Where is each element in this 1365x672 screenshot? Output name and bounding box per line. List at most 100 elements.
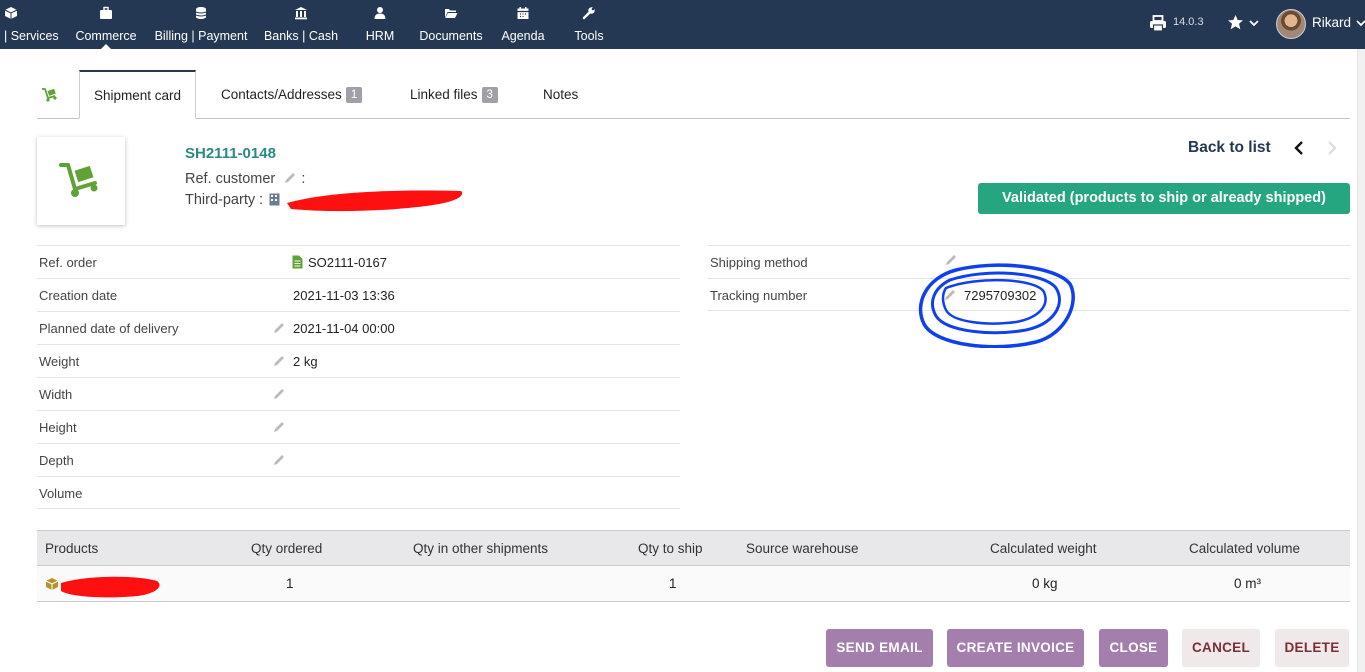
user-icon [374,7,386,19]
order-document-icon [292,255,303,269]
user-name[interactable]: Rikard [1312,15,1351,30]
menu-tools[interactable]: Tools [564,0,614,49]
tab-notes[interactable]: Notes [543,70,578,119]
menu-agenda[interactable]: Agenda [496,0,550,49]
coins-icon [195,7,207,19]
col-calculated-volume: Calculated volume [1189,541,1301,556]
menu-documents[interactable]: Documents [412,0,490,49]
back-to-list-link[interactable]: Back to list [1188,139,1271,157]
third-party-label: Third-party : [185,192,264,208]
row-calculated-volume: 0 m³ [1234,576,1261,591]
menu-hrm-label: HRM [365,29,395,43]
field-height-label: Height [39,420,77,435]
bank-icon [295,7,307,20]
folder-open-icon [445,9,458,18]
field-width-label: Width [39,387,73,402]
linked-files-count-badge: 3 [481,87,498,103]
menu-services[interactable]: | Services [0,0,64,49]
cancel-button[interactable]: CANCEL [1182,629,1260,667]
field-ref-order: Ref. order SO2111-0167 [37,245,680,278]
user-menu-chevron-icon[interactable] [1356,19,1365,27]
col-qty-ordered: Qty ordered [251,541,323,556]
shipment-tab-icon[interactable] [41,87,59,103]
tab-contacts-addresses-label: Contacts/Addresses [221,87,342,102]
menu-billing-payment-label: Billing | Payment [154,29,248,43]
depth-pencil-icon[interactable] [272,453,286,467]
col-calculated-weight: Calculated weight [990,541,1097,556]
delete-button[interactable]: DELETE [1275,629,1349,667]
field-planned-delivery-value: 2021-11-04 00:00 [293,321,395,336]
field-planned-delivery-label: Planned date of delivery [39,321,179,336]
tab-contacts-addresses[interactable]: Contacts/Addresses 1 [221,70,363,119]
field-planned-delivery: Planned date of delivery 2021-11-04 00:0… [37,311,680,344]
field-creation-date: Creation date 2021-11-03 13:36 [37,278,680,311]
menu-agenda-label: Agenda [501,29,545,43]
table-row: 1 1 0 kg 0 m³ [37,566,1350,602]
field-weight: Weight 2 kg [37,344,680,377]
shipping-method-pencil-icon[interactable] [944,253,958,267]
close-button[interactable]: CLOSE [1099,629,1168,667]
wrench-icon [582,7,595,20]
third-party-redaction [287,190,463,212]
cube-icon [4,7,18,19]
tab-shipment-card[interactable]: Shipment card [79,70,197,119]
send-email-button[interactable]: SEND EMAIL [826,629,933,667]
field-volume: Volume [37,476,680,509]
status-badge: Validated (products to ship or already s… [978,183,1350,214]
tab-linked-files-label: Linked files [410,87,478,102]
tab-linked-files[interactable]: Linked files 3 [410,70,498,119]
field-creation-date-label: Creation date [39,288,118,303]
field-tracking-number-value: 7295709302 [964,288,1037,303]
avatar[interactable] [1276,9,1306,39]
third-party: Third-party : [185,192,280,208]
field-weight-value: 2 kg [293,354,318,369]
col-qty-other-shipments: Qty in other shipments [413,541,549,556]
field-tracking-number: Tracking number 7295709302 [708,278,1350,311]
field-tracking-number-label: Tracking number [710,288,808,303]
height-pencil-icon[interactable] [272,420,286,434]
briefcase-icon [100,6,112,19]
field-shipping-method-label: Shipping method [710,255,808,270]
weight-pencil-icon[interactable] [272,354,286,368]
calendar-icon [517,7,529,19]
field-ref-order-label: Ref. order [39,255,97,270]
field-width: Width [37,377,680,410]
menu-documents-label: Documents [419,29,483,43]
tab-shipment-card-label: Shipment card [94,88,182,103]
product-redaction [61,576,160,598]
menu-commerce-label: Commerce [75,29,137,43]
menu-banks-cash-label: Banks | Cash [263,29,339,43]
ref-order-link[interactable]: SO2111-0167 [308,255,387,270]
previous-record-icon[interactable] [1293,140,1305,156]
building-icon [269,193,280,206]
ref-customer-label: Ref. customer [185,171,276,187]
menu-services-label: | Services [4,29,59,43]
create-invoice-button[interactable]: CREATE INVOICE [947,629,1084,667]
menu-hrm[interactable]: HRM [356,0,404,49]
menu-commerce[interactable]: Commerce [72,0,140,49]
field-shipping-method: Shipping method [708,245,1350,278]
menu-banks-cash[interactable]: Banks | Cash [258,0,344,49]
chevron-down-icon[interactable] [1249,19,1259,27]
col-source-warehouse: Source warehouse [746,541,859,556]
field-weight-label: Weight [39,354,80,369]
star-icon[interactable] [1227,14,1244,31]
menu-tools-label: Tools [574,29,604,43]
row-qty-ordered: 1 [286,576,294,591]
scrollbar[interactable] [1357,49,1365,672]
shipment-thumbnail [37,137,125,225]
field-depth: Depth [37,443,680,476]
field-creation-date-value: 2021-11-03 13:36 [293,288,395,303]
row-calculated-weight: 0 kg [1032,576,1058,591]
tracking-number-pencil-icon[interactable] [943,288,957,302]
tab-notes-label: Notes [543,87,579,102]
width-pencil-icon[interactable] [272,387,286,401]
col-products: Products [45,541,99,556]
print-icon[interactable] [1149,15,1167,32]
planned-delivery-pencil-icon[interactable] [272,321,286,335]
menu-billing-payment[interactable]: Billing | Payment [148,0,254,49]
field-depth-label: Depth [39,453,74,468]
card-tabs: Shipment card Contacts/Addresses 1 Linked… [37,70,1350,119]
top-navigation-bar: | Services Commerce Billing | Payment Ba… [0,0,1365,49]
next-record-icon[interactable] [1326,140,1338,156]
